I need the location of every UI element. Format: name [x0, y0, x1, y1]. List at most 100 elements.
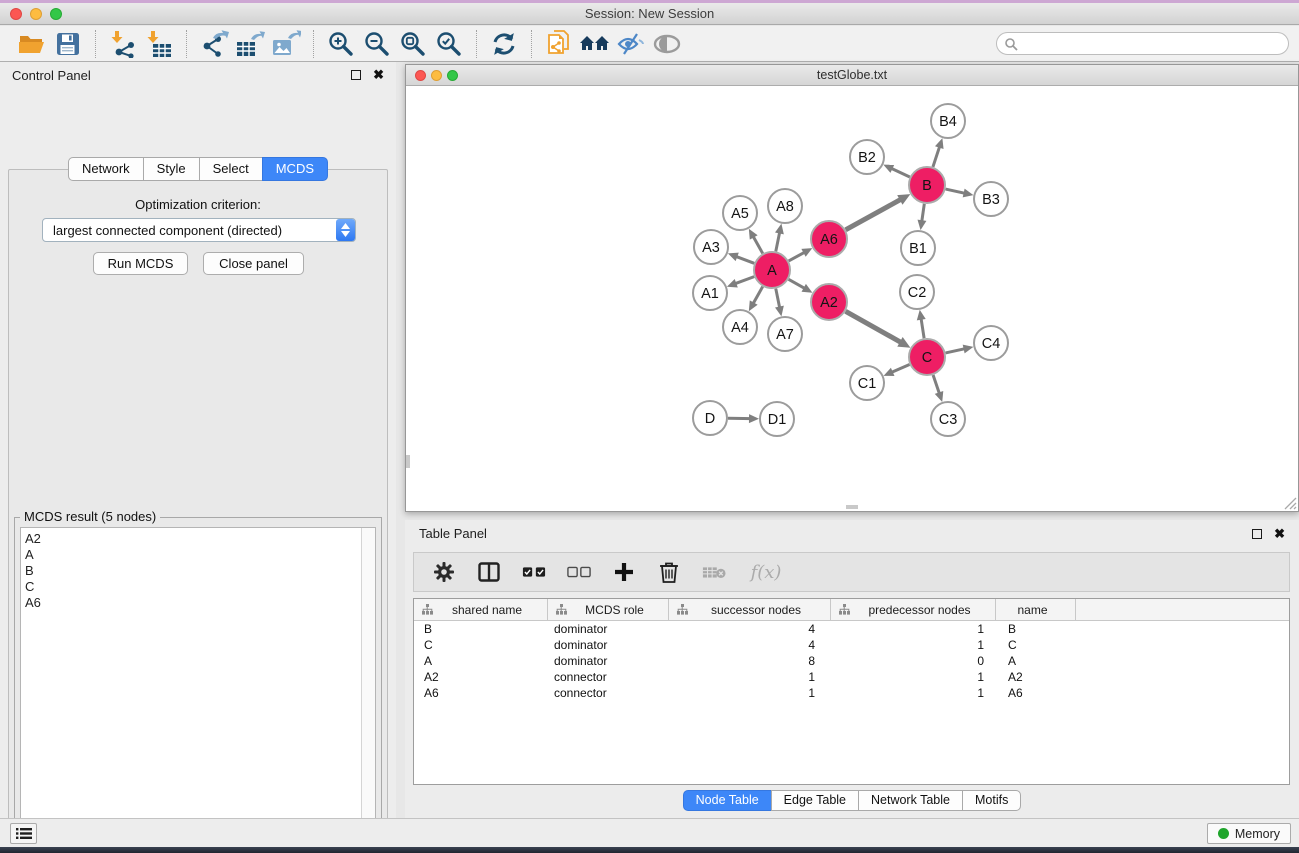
graph-edge-A-A7[interactable] — [776, 289, 780, 309]
zoom-fit-icon[interactable] — [395, 29, 431, 59]
mcds-result-item[interactable]: B — [25, 563, 361, 579]
network-window-titlebar[interactable]: testGlobe.txt — [406, 65, 1298, 86]
mcds-result-item[interactable]: C — [25, 579, 361, 595]
graph-node-C2-plain[interactable]: C2 — [900, 275, 934, 309]
graph-edge-A6-B[interactable] — [846, 199, 902, 230]
tab-edge-table[interactable]: Edge Table — [771, 790, 859, 811]
table-cell[interactable]: A — [996, 653, 1076, 669]
save-session-icon[interactable] — [50, 29, 86, 59]
graph-node-B1-plain[interactable]: B1 — [901, 231, 935, 265]
table-row[interactable]: A6connector11A6 — [414, 685, 1289, 701]
graph-node-A8-plain[interactable]: A8 — [768, 189, 802, 223]
table-cell[interactable]: B — [414, 621, 548, 637]
graph-edge-A-A1[interactable] — [734, 277, 754, 284]
graph-edge-B-B1[interactable] — [922, 204, 925, 222]
float-table-panel-icon[interactable] — [1252, 529, 1262, 539]
table-cell[interactable]: 8 — [669, 653, 831, 669]
table-cell[interactable]: C — [996, 637, 1076, 653]
graph-node-C4-plain[interactable]: C4 — [974, 326, 1008, 360]
show-panels-list-button[interactable] — [10, 823, 37, 844]
delete-column-trash-icon[interactable] — [657, 559, 681, 585]
graph-node-C1-plain[interactable]: C1 — [850, 366, 884, 400]
tab-network-table[interactable]: Network Table — [858, 790, 963, 811]
graph-edge-C-C2[interactable] — [921, 318, 924, 339]
table-cell[interactable]: dominator — [548, 621, 669, 637]
graph-node-B3-plain[interactable]: B3 — [974, 182, 1008, 216]
table-cell[interactable]: A — [414, 653, 548, 669]
graph-node-A5-plain[interactable]: A5 — [723, 196, 757, 230]
table-cell[interactable]: A6 — [414, 685, 548, 701]
table-cell[interactable]: dominator — [548, 637, 669, 653]
show-column-panel-icon[interactable] — [477, 559, 501, 585]
table-cell[interactable]: connector — [548, 685, 669, 701]
tab-style[interactable]: Style — [143, 157, 200, 181]
graph-node-A6-connector[interactable]: A6 — [811, 221, 847, 257]
window-resize-grip[interactable] — [1284, 497, 1297, 510]
graph-node-A4-plain[interactable]: A4 — [723, 310, 757, 344]
zoom-selected-icon[interactable] — [431, 29, 467, 59]
network-canvas[interactable]: ABCA2A6A1A3A4A5A7A8B1B2B3B4C1C2C3C4DD1 — [406, 87, 1298, 511]
graph-edge-B-B3[interactable] — [946, 189, 966, 193]
create-column-plus-icon[interactable] — [612, 559, 636, 585]
tab-motifs[interactable]: Motifs — [962, 790, 1021, 811]
canvas-hscroll-thumb[interactable] — [846, 505, 858, 509]
graph-edge-A-A6[interactable] — [789, 252, 806, 261]
canvas-vscroll-thumb[interactable] — [406, 455, 410, 468]
table-cell[interactable]: 1 — [831, 685, 996, 701]
graph-node-A1-plain[interactable]: A1 — [693, 276, 727, 310]
graph-edge-A-A2[interactable] — [789, 279, 806, 288]
column-header-predecessor-nodes[interactable]: predecessor nodes — [831, 599, 996, 620]
graph-node-B-dominator[interactable]: B — [909, 167, 945, 203]
mcds-result-item[interactable]: A2 — [25, 531, 361, 547]
graph-node-B2-plain[interactable]: B2 — [850, 140, 884, 174]
float-panel-icon[interactable] — [351, 70, 361, 80]
graph-edge-C-C3[interactable] — [933, 375, 940, 394]
graph-node-A7-plain[interactable]: A7 — [768, 317, 802, 351]
table-cell[interactable]: 1 — [831, 637, 996, 653]
table-cell[interactable]: 1 — [669, 669, 831, 685]
column-header-successor-nodes[interactable]: successor nodes — [669, 599, 831, 620]
zoom-in-icon[interactable] — [323, 29, 359, 59]
export-image-icon[interactable] — [268, 29, 304, 59]
graph-node-C3-plain[interactable]: C3 — [931, 402, 965, 436]
table-cell[interactable]: 4 — [669, 637, 831, 653]
column-header-name[interactable]: name — [996, 599, 1076, 620]
search-field[interactable] — [996, 32, 1289, 55]
graph-edge-A-A5[interactable] — [753, 236, 763, 254]
graph-node-A-dominator[interactable]: A — [754, 252, 790, 288]
table-cell[interactable]: 1 — [669, 685, 831, 701]
table-cell[interactable]: B — [996, 621, 1076, 637]
graph-edge-A-A8[interactable] — [776, 231, 780, 251]
tab-select[interactable]: Select — [199, 157, 263, 181]
column-header-MCDS-role[interactable]: MCDS role — [548, 599, 669, 620]
table-cell[interactable]: C — [414, 637, 548, 653]
select-all-columns-icon[interactable] — [522, 559, 546, 585]
graph-edge-C-C1[interactable] — [891, 365, 910, 373]
tab-mcds[interactable]: MCDS — [262, 157, 328, 181]
show-all-networks-icon[interactable] — [577, 29, 613, 59]
apply-layout-icon[interactable] — [486, 29, 522, 59]
column-header-shared-name[interactable]: shared name — [414, 599, 548, 620]
memory-button[interactable]: Memory — [1207, 823, 1291, 844]
table-row[interactable]: Bdominator41B — [414, 621, 1289, 637]
tab-network[interactable]: Network — [68, 157, 144, 181]
table-cell[interactable]: A2 — [996, 669, 1076, 685]
table-cell[interactable]: A2 — [414, 669, 548, 685]
table-cell[interactable]: 1 — [831, 621, 996, 637]
export-network-icon[interactable] — [196, 29, 232, 59]
tab-node-table[interactable]: Node Table — [683, 790, 772, 811]
graph-edge-A2-C[interactable] — [846, 311, 902, 343]
graph-node-A2-connector[interactable]: A2 — [811, 284, 847, 320]
graph-edge-C-C4[interactable] — [946, 349, 966, 353]
deselect-all-columns-icon[interactable] — [567, 559, 591, 585]
import-table-icon[interactable] — [141, 29, 177, 59]
open-session-icon[interactable] — [14, 29, 50, 59]
table-settings-gear-icon[interactable] — [432, 559, 456, 585]
graph-node-D-plain[interactable]: D — [693, 401, 727, 435]
mcds-result-item[interactable]: A6 — [25, 595, 361, 611]
graph-edge-A-A4[interactable] — [753, 287, 763, 305]
table-cell[interactable]: A6 — [996, 685, 1076, 701]
table-row[interactable]: Cdominator41C — [414, 637, 1289, 653]
close-table-panel-icon[interactable]: ✖ — [1274, 526, 1285, 542]
graph-edge-B-B2[interactable] — [891, 168, 910, 177]
